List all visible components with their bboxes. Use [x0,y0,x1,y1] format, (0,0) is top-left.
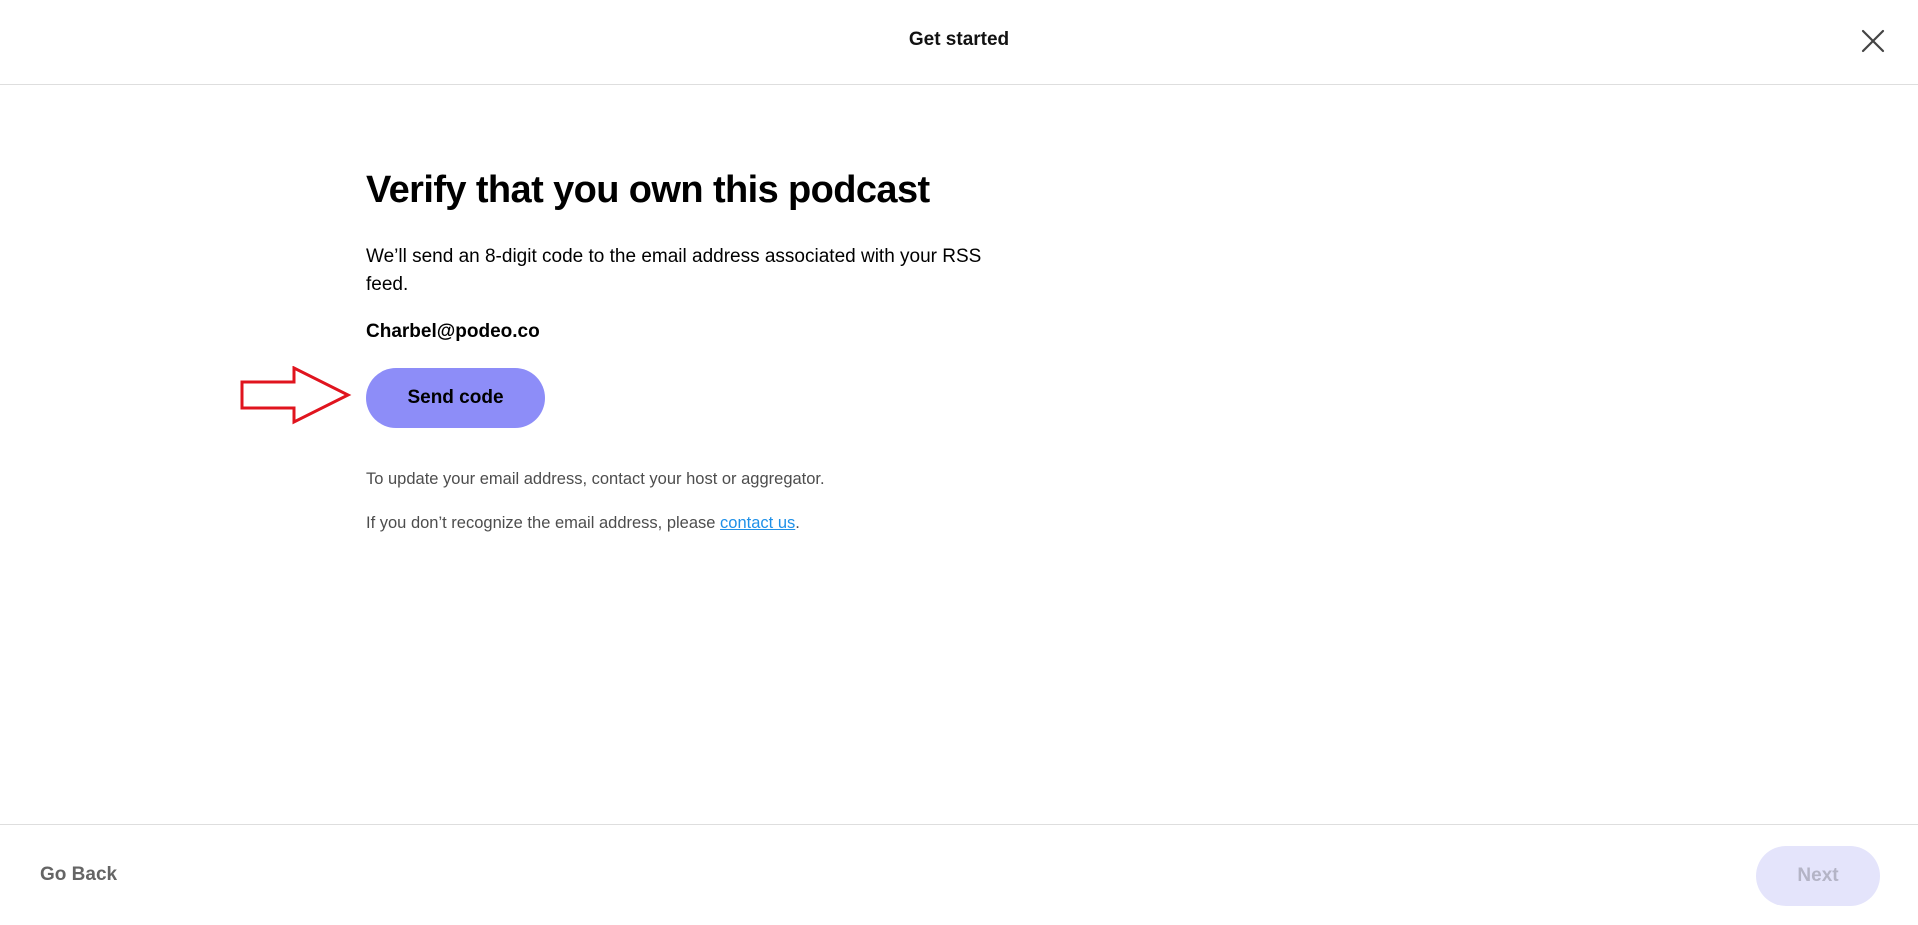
recognize-email-note: If you don’t recognize the email address… [366,514,800,533]
go-back-button[interactable]: Go Back [40,864,117,886]
next-button[interactable]: Next [1756,846,1880,906]
update-email-note: To update your email address, contact yo… [366,470,825,488]
send-code-button[interactable]: Send code [366,368,545,428]
close-icon [1861,29,1885,53]
page-title: Get started [908,29,1010,50]
recognize-note-suffix: . [795,514,800,532]
recognize-note-prefix: If you don’t recognize the email address… [366,514,721,532]
arrow-right-icon [240,366,352,425]
rss-email: Charbel@podeo.co [366,321,540,342]
main-heading: Verify that you own this podcast [366,169,930,211]
header: Get started [0,0,1918,85]
page: Get started Verify that you own this pod… [0,0,1918,925]
footer: Go Back Next [0,824,1918,925]
description-text: We’ll send an 8-digit code to the email … [366,246,982,295]
contact-us-link[interactable]: contact us [720,514,795,532]
main-content: Verify that you own this podcast We’ll s… [366,164,1046,343]
close-button[interactable] [1858,26,1888,56]
